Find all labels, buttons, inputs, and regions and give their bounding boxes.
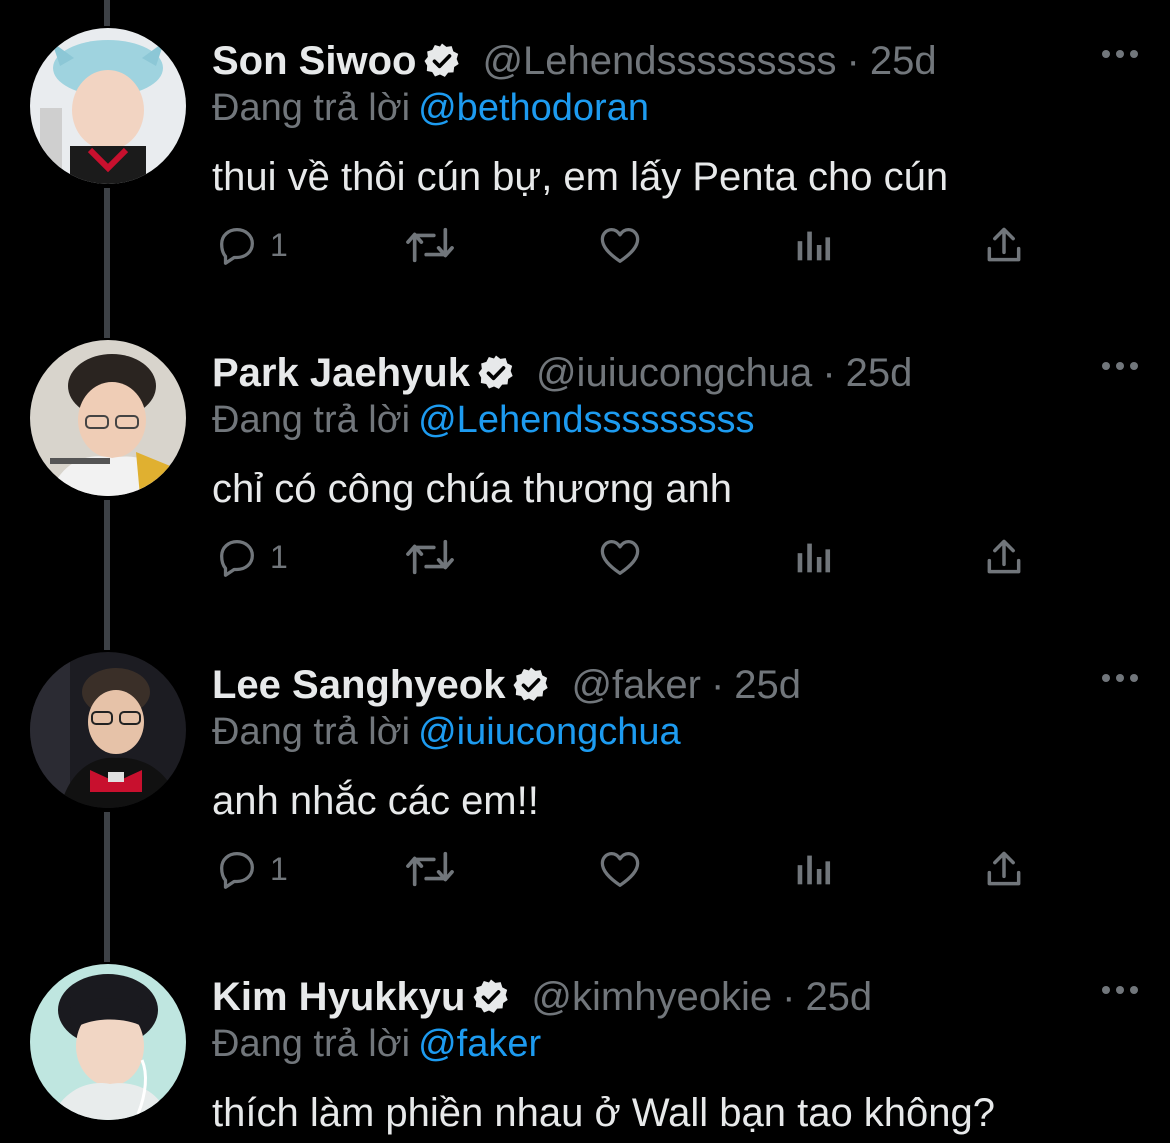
more-options-icon[interactable] <box>1100 44 1140 64</box>
reply-prefix: Đang trả lời <box>212 87 411 129</box>
reply-icon <box>220 540 254 577</box>
like-button[interactable] <box>596 534 644 580</box>
reply-icon <box>220 228 254 265</box>
share-button[interactable] <box>982 846 1026 892</box>
like-icon <box>600 228 640 263</box>
reply-prefix: Đang trả lời <box>212 399 411 441</box>
user-handle[interactable]: @kimhyeokie <box>531 972 772 1022</box>
reply-icon <box>220 852 254 889</box>
reply-mention-link[interactable]: @bethodoran <box>418 87 649 129</box>
tweet-text: anh nhắc các em!! <box>212 779 539 823</box>
separator-dot: · <box>822 351 836 395</box>
avatar[interactable] <box>30 340 186 496</box>
display-name[interactable]: Kim Hyukkyu <box>212 972 465 1022</box>
reply-count: 1 <box>270 538 288 575</box>
tweet-header: Lee Sanghyeok @faker · 25d <box>212 660 801 710</box>
tweet-header: Park Jaehyuk @iuiucongchua · 25d <box>212 348 912 398</box>
avatar[interactable] <box>30 652 186 808</box>
timestamp[interactable]: 25d <box>734 660 801 710</box>
retweet-icon <box>406 227 454 263</box>
like-button[interactable] <box>596 846 644 892</box>
avatar[interactable] <box>30 964 186 1120</box>
share-icon <box>987 227 1021 262</box>
user-handle[interactable]: @iuiucongchua <box>536 348 812 398</box>
tweet-header: Kim Hyukkyu @kimhyeokie · 25d <box>212 972 872 1022</box>
display-name[interactable]: Park Jaehyuk <box>212 348 470 398</box>
retweet-icon <box>406 851 454 887</box>
more-options-icon[interactable] <box>1100 356 1140 376</box>
retweet-button[interactable] <box>402 222 458 268</box>
separator-dot: · <box>710 663 725 707</box>
reply-count: 1 <box>270 226 288 263</box>
tweet-header: Son Siwoo @Lehendsssssssss · 25d <box>212 36 937 86</box>
reply-button[interactable]: 1 <box>214 846 288 892</box>
verified-badge-icon <box>473 979 509 1013</box>
separator-dot: · <box>846 39 860 83</box>
tweet-text: thích làm phiền nhau ở Wall bạn tao khôn… <box>212 1091 996 1135</box>
avatar[interactable] <box>30 28 186 184</box>
tweet-text: chỉ có công chúa thương anh <box>212 467 733 511</box>
share-button[interactable] <box>982 534 1026 580</box>
views-icon <box>797 855 831 885</box>
reply-context: Đang trả lời @Lehendsssssssss <box>212 396 755 444</box>
user-handle[interactable]: @Lehendsssssssss <box>482 36 836 86</box>
like-icon <box>600 540 640 575</box>
tweet-text: thui về thôi cún bự, em lấy Penta cho cú… <box>212 155 949 199</box>
share-icon <box>987 851 1021 886</box>
share-button[interactable] <box>982 222 1026 268</box>
reply-mention-link[interactable]: @Lehendsssssssss <box>418 399 754 441</box>
reply-button[interactable]: 1 <box>214 534 288 580</box>
tweet[interactable]: Lee Sanghyeok @faker · 25d Đang trả lời @… <box>0 624 1170 936</box>
separator-dot: · <box>782 975 796 1019</box>
like-button[interactable] <box>596 222 644 268</box>
retweet-icon <box>406 539 454 575</box>
share-icon <box>987 539 1021 574</box>
views-button[interactable] <box>792 534 834 580</box>
retweet-button[interactable] <box>402 534 458 580</box>
reply-context: Đang trả lời @iuiucongchua <box>212 708 681 756</box>
like-icon <box>600 852 640 887</box>
views-button[interactable] <box>792 846 834 892</box>
more-options-icon[interactable] <box>1100 980 1140 1000</box>
reply-button[interactable]: 1 <box>214 222 288 268</box>
reply-mention-link[interactable]: @faker <box>418 1023 541 1065</box>
tweet[interactable]: Kim Hyukkyu @kimhyeokie · 25d Đang trả l… <box>0 936 1170 1143</box>
verified-badge-icon <box>478 355 513 389</box>
reply-context: Đang trả lời @faker <box>212 1020 541 1068</box>
user-handle[interactable]: @faker <box>571 660 701 710</box>
retweet-button[interactable] <box>402 846 458 892</box>
reply-prefix: Đang trả lời <box>212 711 411 753</box>
tweet[interactable]: Park Jaehyuk @iuiucongchua · 25d Đang tr… <box>0 312 1170 624</box>
reply-count: 1 <box>270 850 288 887</box>
more-options-icon[interactable] <box>1100 668 1140 688</box>
display-name[interactable]: Lee Sanghyeok <box>212 660 505 710</box>
timestamp[interactable]: 25d <box>846 348 913 398</box>
verified-badge-icon <box>424 43 460 77</box>
tweet[interactable]: Son Siwoo @Lehendsssssssss · 25d Đang tr… <box>0 0 1170 312</box>
views-icon <box>797 231 831 261</box>
timestamp[interactable]: 25d <box>805 972 872 1022</box>
verified-badge-icon <box>513 667 549 701</box>
views-button[interactable] <box>792 222 834 268</box>
views-icon <box>797 543 831 573</box>
reply-context: Đang trả lời @bethodoran <box>212 84 649 132</box>
display-name[interactable]: Son Siwoo <box>212 36 416 86</box>
timestamp[interactable]: 25d <box>870 36 937 86</box>
reply-mention-link[interactable]: @iuiucongchua <box>418 711 681 753</box>
reply-prefix: Đang trả lời <box>212 1023 411 1065</box>
